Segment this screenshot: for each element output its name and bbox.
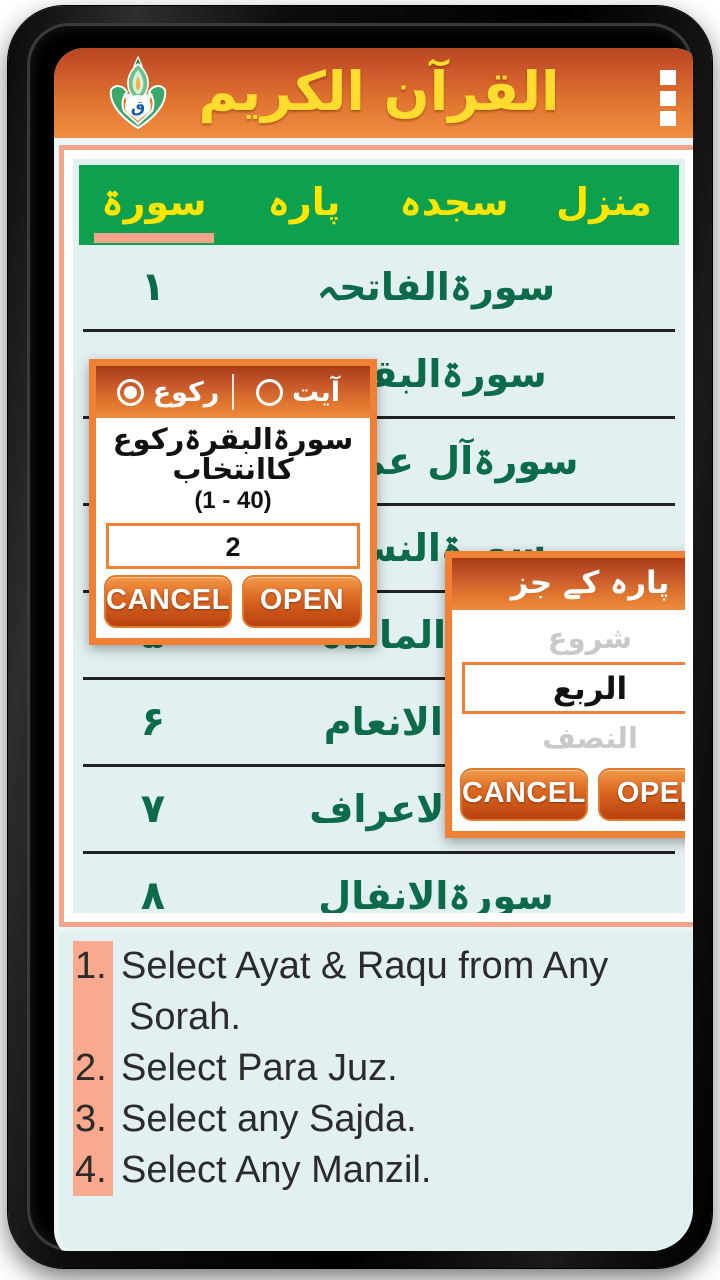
radio-divider xyxy=(232,374,234,410)
ruku-dialog-actions: OPEN CANCEL xyxy=(96,569,370,638)
cancel-button[interactable]: CANCEL xyxy=(460,768,588,821)
ruku-number-input[interactable]: 2 xyxy=(106,522,360,569)
instruction-number: 3. xyxy=(73,1094,113,1145)
surah-number: ۱ xyxy=(140,264,166,310)
ruku-selection-dialog: آیت رکوع سورۃالبقرۃرکوع کاانتخاب (1 - 40… xyxy=(89,359,377,645)
ruku-range-label: (1 - 40) xyxy=(194,486,272,514)
list-item: 1. Select Ayat & Raqu from Any Sorah. xyxy=(73,941,693,1043)
juz-selected-value[interactable]: الربع xyxy=(462,662,685,714)
radio-option-ayat[interactable]: آیت xyxy=(234,377,362,408)
radio-label-ayat: آیت xyxy=(292,376,340,408)
overflow-menu-icon[interactable] xyxy=(660,70,678,126)
instruction-text: Select any Sajda. xyxy=(121,1098,417,1140)
content-inner: منزل سجدہ پارہ سورۃ ۱ سورۃالفاتحہ ۲ سورۃ… xyxy=(73,159,685,913)
app-screen: ق القرآن الكريم منزل سجدہ پارہ سورۃ ۱ سو… xyxy=(54,48,693,1251)
tab-surah[interactable]: سورۃ xyxy=(79,165,229,245)
ruku-dialog-body: سورۃالبقرۃرکوع کاانتخاب (1 - 40) 2 xyxy=(96,418,370,569)
surah-name: سورۃالفاتحہ xyxy=(316,265,556,309)
table-row[interactable]: ۱ سورۃالفاتحہ xyxy=(83,245,675,332)
tab-bar: منزل سجدہ پارہ سورۃ xyxy=(79,165,679,245)
surah-name: سورۃالانفال xyxy=(318,874,554,913)
tab-para[interactable]: پارہ xyxy=(229,165,379,245)
ayat-ruku-radio-group: آیت رکوع xyxy=(96,366,370,418)
instructions-panel: 1. Select Ayat & Raqu from Any Sorah. 2.… xyxy=(59,931,693,1251)
instruction-number: 2. xyxy=(73,1043,113,1094)
instruction-text: Select Para Juz. xyxy=(121,1047,398,1089)
app-title: القرآن الكريم xyxy=(198,60,561,123)
content-card: منزل سجدہ پارہ سورۃ ۱ سورۃالفاتحہ ۲ سورۃ… xyxy=(59,145,693,927)
list-item: 3. Select any Sajda. xyxy=(73,1094,693,1145)
table-row[interactable]: ۸ سورۃالانفال xyxy=(83,854,675,913)
surah-number: ۸ xyxy=(140,873,166,913)
juz-dialog-actions: OPEN CANCEL xyxy=(452,762,685,831)
surah-number: ۶ xyxy=(140,699,166,745)
cancel-button[interactable]: CANCEL xyxy=(104,574,232,628)
app-bar: ق القرآن الكريم xyxy=(54,48,693,138)
juz-selection-dialog: پارہ کے جز کاانتخاب شروع الربع النصف OPE… xyxy=(445,551,685,838)
tab-manzil[interactable]: منزل xyxy=(529,165,679,245)
radio-option-ruku[interactable]: رکوع xyxy=(104,377,232,408)
instruction-number: 1. xyxy=(73,941,113,1043)
open-button[interactable]: OPEN xyxy=(597,768,685,821)
device-bezel: ق القرآن الكريم منزل سجدہ پارہ سورۃ ۱ سو… xyxy=(27,23,693,1251)
open-button[interactable]: OPEN xyxy=(241,574,362,628)
surah-number: ۷ xyxy=(140,786,166,832)
instruction-text: Select Ayat & Raqu from Any xyxy=(121,945,609,987)
juz-dialog-title: پارہ کے جز کاانتخاب xyxy=(452,558,685,651)
tab-sajda[interactable]: سجدہ xyxy=(379,165,529,245)
instruction-text: Select Any Manzil. xyxy=(121,1149,432,1191)
instruction-number: 4. xyxy=(73,1145,113,1196)
radio-label-ruku: رکوع xyxy=(152,376,220,408)
juz-option-below[interactable]: النصف xyxy=(462,714,685,762)
device-frame: ق القرآن الكريم منزل سجدہ پارہ سورۃ ۱ سو… xyxy=(8,6,712,1268)
ruku-dialog-heading: سورۃالبقرۃرکوع کاانتخاب xyxy=(112,422,354,487)
instruction-text-line2: Sorah. xyxy=(129,996,241,1038)
radio-button-ruku[interactable] xyxy=(116,378,144,406)
radio-button-ayat[interactable] xyxy=(256,378,283,406)
list-item: 4. Select Any Manzil. xyxy=(73,1145,693,1196)
list-item: 2. Select Para Juz. xyxy=(73,1043,693,1094)
